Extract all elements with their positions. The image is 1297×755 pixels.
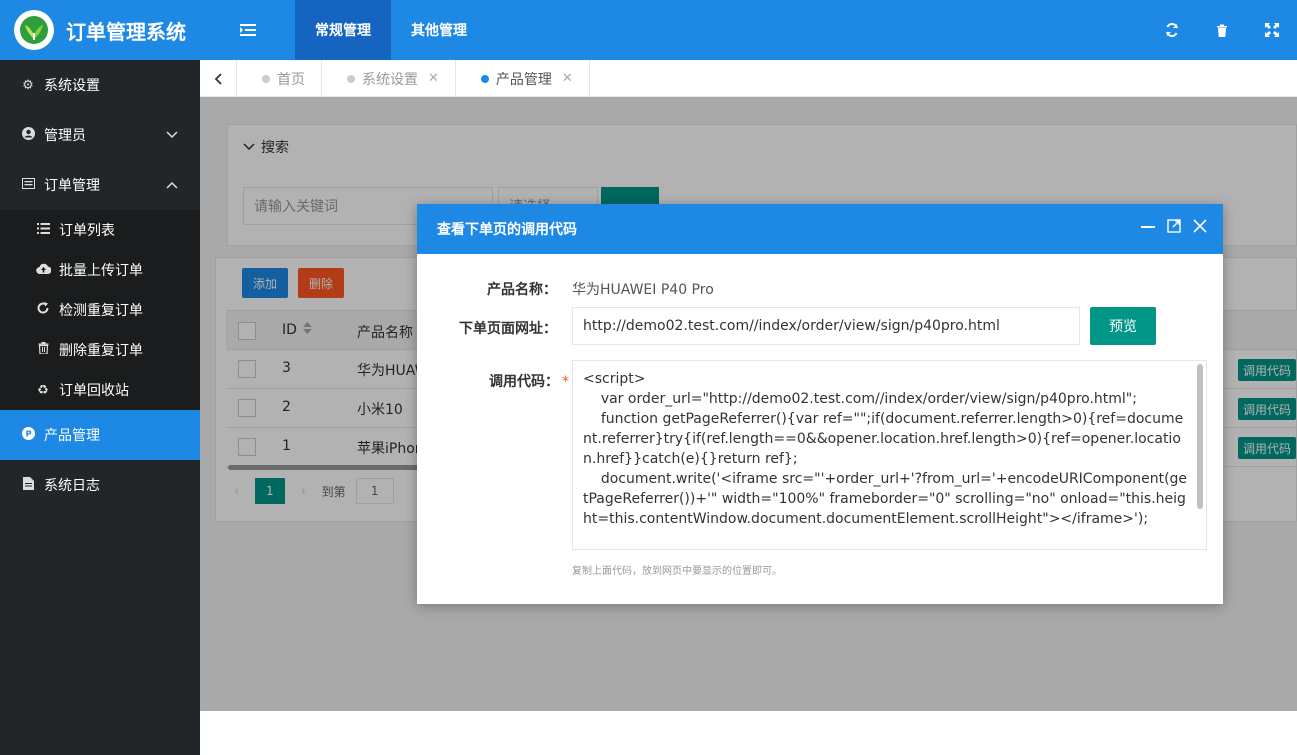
sidebar-item-label: 系统设置 (44, 78, 100, 94)
tab-home[interactable]: 首页 (237, 60, 322, 97)
scrollbar-thumb[interactable] (1197, 364, 1203, 509)
tab-dot (480, 74, 489, 83)
sidebar-submenu-orders: 订单列表 批量上传订单 检测重复订单 删除重复订单 ♻ 订单回收站 (0, 210, 200, 410)
sidebar-item-label: 订单管理 (44, 178, 100, 194)
tab-label: 产品管理 (495, 71, 552, 88)
top-navbar: 常规管理 其他管理 (200, 0, 1297, 60)
list-icon (20, 177, 36, 193)
order-url-input[interactable]: http://demo02.test.com//index/order/view… (572, 307, 1080, 345)
list-icon (35, 222, 51, 238)
preview-button[interactable]: 预览 (1090, 307, 1156, 345)
tab-dot (347, 74, 355, 83)
leaf-logo-icon (14, 10, 54, 50)
topnav-regular[interactable]: 常规管理 (295, 0, 391, 60)
tab-products[interactable]: 产品管理 ✕ (456, 60, 590, 97)
minimize-icon[interactable] (1141, 218, 1155, 237)
sidebar-item-label: 订单列表 (59, 223, 115, 239)
product-name-value: 华为HUAWEI P40 Pro (572, 282, 714, 298)
sidebar-item-products[interactable]: P 产品管理 (0, 410, 200, 460)
sidebar: ⚙ 系统设置 管理员 订单管理 订单列表 批量上传订单 检测重复订单 删除重复订… (0, 60, 200, 755)
user-circle-icon (20, 126, 36, 144)
fullscreen-icon[interactable] (1247, 0, 1297, 60)
dialog-title: 查看下单页的调用代码 (437, 222, 577, 238)
svg-text:P: P (25, 429, 31, 438)
sidebar-item-label: 订单回收站 (59, 383, 129, 399)
sidebar-item-orders[interactable]: 订单管理 (0, 160, 200, 210)
recycle-icon: ♻ (37, 382, 49, 398)
product-name-label: 产品名称： (487, 282, 557, 298)
tab-system-settings[interactable]: 系统设置 ✕ (322, 60, 456, 97)
sidebar-item-label: 删除重复订单 (59, 343, 143, 359)
refresh-icon[interactable] (1147, 0, 1197, 60)
required-mark: * (562, 374, 569, 390)
code-textarea[interactable]: <script> var order_url="http://demo02.te… (572, 360, 1207, 550)
sidebar-item-batch-upload[interactable]: 批量上传订单 (0, 250, 200, 290)
sidebar-item-recycle-bin[interactable]: ♻ 订单回收站 (0, 370, 200, 410)
code-dialog: 查看下单页的调用代码 产品名称： 华为HUAWEI P40 Pro 下单页面网址… (417, 204, 1223, 604)
menu-toggle-icon[interactable] (200, 0, 295, 60)
tab-dot (262, 74, 270, 83)
dialog-header: 查看下单页的调用代码 (417, 204, 1223, 254)
gears-icon: ⚙ (22, 77, 34, 93)
chevron-left-icon[interactable] (200, 60, 237, 97)
file-icon (20, 476, 36, 494)
sidebar-item-label: 管理员 (44, 128, 86, 144)
sidebar-item-admin[interactable]: 管理员 (0, 110, 200, 160)
call-code-label-text: 调用代码： (489, 374, 559, 390)
refresh-icon (35, 302, 51, 318)
close-icon[interactable]: ✕ (562, 71, 573, 86)
app-title: 订单管理系统 (66, 19, 186, 44)
maximize-icon[interactable] (1167, 218, 1181, 237)
trash-icon[interactable] (1197, 0, 1247, 60)
sidebar-item-check-duplicates[interactable]: 检测重复订单 (0, 290, 200, 330)
sidebar-item-label: 检测重复订单 (59, 303, 143, 319)
sidebar-item-label: 产品管理 (44, 428, 100, 444)
tab-label: 系统设置 (362, 71, 418, 88)
close-icon[interactable]: ✕ (428, 71, 439, 86)
sidebar-item-system-log[interactable]: 系统日志 (0, 460, 200, 510)
sidebar-item-delete-duplicates[interactable]: 删除重复订单 (0, 330, 200, 370)
topnav-other[interactable]: 其他管理 (391, 0, 487, 60)
sidebar-item-label: 批量上传订单 (59, 263, 143, 279)
call-code-label: 调用代码： * (417, 371, 569, 391)
code-scrollbar[interactable] (1197, 362, 1205, 552)
code-hint: 复制上面代码，放到网页中要显示的位置即可。 (572, 566, 782, 577)
app-logo: 订单管理系统 (0, 0, 200, 60)
tab-label: 首页 (277, 71, 305, 88)
sidebar-item-label: 系统日志 (44, 478, 100, 494)
tab-bar: 首页 系统设置 ✕ 产品管理 ✕ (200, 60, 1297, 97)
chevron-up-icon (166, 179, 178, 192)
order-url-label: 下单页面网址： (459, 321, 557, 337)
sidebar-item-order-list[interactable]: 订单列表 (0, 210, 200, 250)
trash-icon (35, 342, 51, 358)
chevron-down-icon (166, 129, 178, 142)
sidebar-item-system-settings[interactable]: ⚙ 系统设置 (0, 60, 200, 110)
close-icon[interactable] (1193, 218, 1207, 237)
product-icon: P (20, 426, 36, 444)
cloud-upload-icon (35, 263, 52, 278)
